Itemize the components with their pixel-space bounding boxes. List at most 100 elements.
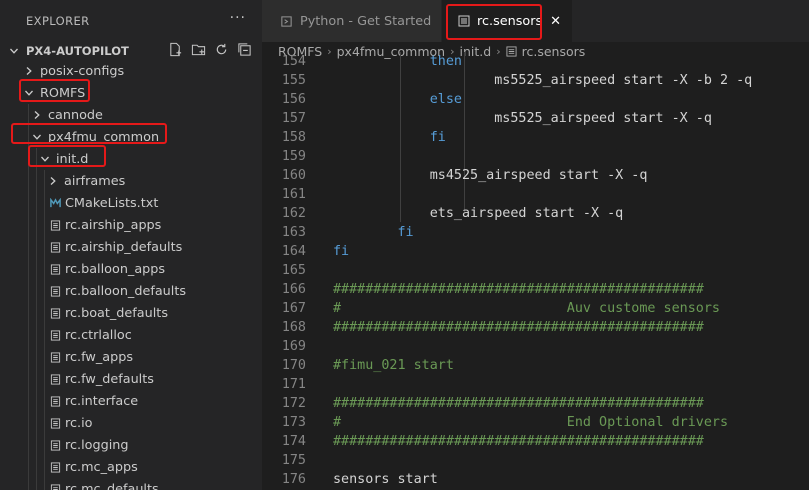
code-text: ########################################…	[333, 396, 704, 411]
file-lines-icon	[48, 350, 62, 364]
indent-guide	[36, 390, 37, 412]
code-line: 173 # End Optional drivers	[262, 413, 809, 432]
code-line: 155 ms5525_airspeed start -X -b 2 -q	[262, 71, 809, 90]
indent-guide	[36, 236, 37, 258]
code-text: ms4525_airspeed start -X -q	[333, 168, 648, 183]
tree-item-label: px4fmu_common	[48, 129, 160, 145]
line-number: 158	[281, 130, 306, 145]
tree-item-label: ROMFS	[40, 85, 86, 101]
code-line: 154 then	[262, 52, 809, 71]
line-number: 174	[281, 434, 306, 449]
root-actions	[168, 42, 252, 57]
tree-item-label: rc.mc_apps	[65, 459, 138, 475]
tree-item[interactable]: cannode	[0, 104, 262, 126]
code-text: #fimu_021 start	[333, 358, 454, 373]
indent-guide	[36, 214, 37, 236]
tree-item-label: rc.boat_defaults	[65, 305, 168, 321]
chevron-right-icon	[22, 64, 36, 78]
indent-guide	[44, 302, 45, 324]
cmake-icon	[48, 196, 62, 210]
tree-item[interactable]: posix-configs	[0, 60, 262, 82]
chevron-down-icon	[38, 152, 52, 166]
line-number: 171	[281, 377, 306, 392]
close-icon[interactable]: ✕	[550, 14, 561, 29]
indent-guide	[28, 412, 29, 434]
indent-guide	[36, 258, 37, 280]
indent-guide	[44, 390, 45, 412]
indent-guide	[44, 170, 45, 192]
indent-guide	[28, 456, 29, 478]
new-folder-icon[interactable]	[191, 42, 206, 57]
indent-guide	[28, 280, 29, 302]
indent-guide	[44, 434, 45, 456]
tree-item[interactable]: rc.io	[0, 412, 262, 434]
tree-item[interactable]: rc.balloon_defaults	[0, 280, 262, 302]
indent-guide	[44, 236, 45, 258]
tree-item[interactable]: rc.fw_apps	[0, 346, 262, 368]
code-text: ########################################…	[333, 320, 704, 335]
code-text: sensors start	[333, 472, 438, 487]
line-number: 159	[281, 149, 306, 164]
code-line: 169	[262, 337, 809, 356]
tree-item[interactable]: init.d	[0, 148, 262, 170]
indent-guide	[36, 170, 37, 192]
tree-item[interactable]: rc.ctrlalloc	[0, 324, 262, 346]
line-number: 160	[281, 168, 306, 183]
editor-area: Python - Get Started rc.sensors ✕ ROMFS …	[262, 0, 809, 490]
code-editor[interactable]: 154 then 155 ms5525_airspeed start -X -b …	[262, 52, 809, 489]
tree-item[interactable]: rc.logging	[0, 434, 262, 456]
indent-guide	[28, 346, 29, 368]
chevron-right-icon	[30, 108, 44, 122]
tree-item[interactable]: rc.fw_defaults	[0, 368, 262, 390]
refresh-icon[interactable]	[214, 42, 229, 57]
line-number: 154	[281, 54, 306, 69]
indent-guide	[28, 192, 29, 214]
tree-item[interactable]: CMakeLists.txt	[0, 192, 262, 214]
tree-item[interactable]: rc.mc_apps	[0, 456, 262, 478]
tree-item[interactable]: rc.balloon_apps	[0, 258, 262, 280]
indent-guide	[28, 390, 29, 412]
tree-item[interactable]: airframes	[0, 170, 262, 192]
tree-item-label: posix-configs	[40, 63, 125, 79]
new-file-icon[interactable]	[168, 42, 183, 57]
indent-guide	[44, 412, 45, 434]
indent-guide	[36, 302, 37, 324]
line-number: 157	[281, 111, 306, 126]
line-number: 165	[281, 263, 306, 278]
tree-item[interactable]: rc.interface	[0, 390, 262, 412]
indent-guide	[28, 126, 29, 148]
collapse-all-icon[interactable]	[237, 42, 252, 57]
workspace-root[interactable]: PX4-AUTOPILOT	[0, 42, 262, 60]
indent-guide	[28, 434, 29, 456]
file-lines-icon	[48, 218, 62, 232]
line-number: 167	[281, 301, 306, 316]
code-line: 172 #####################################…	[262, 394, 809, 413]
code-line: 160 ms4525_airspeed start -X -q	[262, 166, 809, 185]
indent-guide	[44, 214, 45, 236]
code-text: ets_airspeed start -X -q	[333, 206, 624, 221]
tab-python-get-started[interactable]: Python - Get Started	[262, 0, 442, 42]
file-lines-icon	[48, 438, 62, 452]
indent-guide	[36, 192, 37, 214]
tree-item[interactable]: rc.mc_defaults	[0, 478, 262, 490]
tree-item[interactable]: ROMFS	[0, 82, 262, 104]
indent-guide	[36, 324, 37, 346]
line-number: 156	[281, 92, 306, 107]
code-line: 174 #####################################…	[262, 432, 809, 451]
more-actions-icon[interactable]: ···	[230, 10, 246, 26]
tree-item[interactable]: rc.airship_defaults	[0, 236, 262, 258]
indent-guide	[44, 456, 45, 478]
tree-item[interactable]: px4fmu_common	[0, 126, 262, 148]
tab-rc-sensors[interactable]: rc.sensors ✕	[442, 0, 572, 42]
line-number: 161	[281, 187, 306, 202]
tree-item[interactable]: rc.airship_apps	[0, 214, 262, 236]
tree-item-label: rc.balloon_apps	[65, 261, 166, 277]
code-text: fi	[333, 244, 350, 259]
file-lines-icon	[48, 284, 62, 298]
indent-guide	[36, 148, 37, 170]
file-lines-icon	[48, 394, 62, 408]
tree-item[interactable]: rc.boat_defaults	[0, 302, 262, 324]
code-line: 171	[262, 375, 809, 394]
code-text: # End Optional drivers	[333, 415, 729, 430]
indent-guide	[44, 368, 45, 390]
